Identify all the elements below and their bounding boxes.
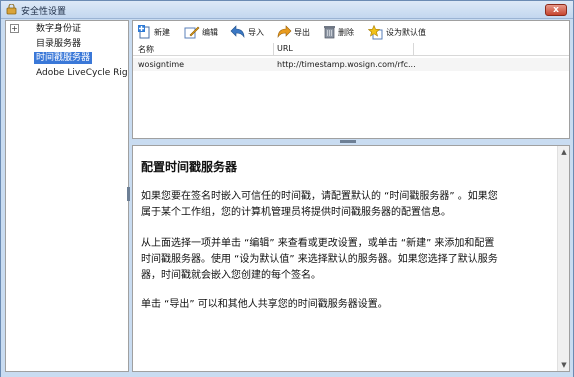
edit-button[interactable]: 编辑 bbox=[184, 24, 218, 40]
list-header: 名称 URL bbox=[133, 43, 569, 56]
description-line: 器，时间戳就会嵌入您创建的每个签名。 bbox=[141, 270, 321, 281]
category-tree: + 数字身份证 目录服务器 时间戳服务器 Adobe LiveCycle Rig… bbox=[5, 20, 129, 372]
scroll-down-icon[interactable]: ▼ bbox=[560, 361, 568, 369]
tree-item-livecycle-rights-management[interactable]: Adobe LiveCycle Rights Management 服务器 bbox=[36, 67, 128, 79]
column-divider[interactable] bbox=[413, 43, 414, 56]
tree-item-label: Adobe LiveCycle Rights Management 服务器 bbox=[36, 68, 128, 78]
vertical-scrollbar[interactable]: ▲ ▼ bbox=[557, 146, 569, 371]
close-button[interactable]: x bbox=[545, 4, 567, 16]
edit-label: 编辑 bbox=[202, 27, 218, 37]
tree-item-digital-ids[interactable]: 数字身份证 bbox=[36, 23, 81, 35]
delete-label: 删除 bbox=[338, 27, 354, 37]
window-bottom-border bbox=[1, 372, 573, 377]
server-url-cell: http://timestamp.wosign.com/rfc... bbox=[277, 60, 416, 69]
tree-item-timestamp-servers[interactable]: 时间戳服务器 bbox=[34, 52, 93, 64]
description-paragraph-2: 从上面选择一项并单击 “编辑” 来查看或更改设置，或单击 “新建” 来添加和配置… bbox=[141, 236, 551, 284]
star-icon bbox=[368, 24, 383, 39]
description-line: 如果您要在签名时嵌入可信任的时间戳，请配置默认的 “时间戳服务器” 。如果您 bbox=[141, 191, 498, 202]
server-name-cell: wosigntime bbox=[138, 60, 185, 69]
column-header-url[interactable]: URL bbox=[277, 44, 293, 53]
tree-item-label: 数字身份证 bbox=[36, 24, 82, 34]
set-default-button[interactable]: 设为默认值 bbox=[368, 24, 426, 40]
expand-icon[interactable]: + bbox=[10, 24, 19, 33]
column-header-name[interactable]: 名称 bbox=[138, 44, 154, 55]
splitter-grip-icon[interactable] bbox=[340, 140, 356, 143]
new-label: 新建 bbox=[154, 27, 170, 37]
export-button[interactable]: 导出 bbox=[276, 24, 310, 40]
title-bar: 安全性设置 x bbox=[1, 1, 573, 19]
import-icon bbox=[230, 25, 245, 38]
edit-icon bbox=[184, 26, 200, 39]
column-divider[interactable] bbox=[273, 43, 274, 56]
description-pane: 配置时间戳服务器 如果您要在签名时嵌入可信任的时间戳，请配置默认的 “时间戳服务… bbox=[132, 145, 570, 372]
description-paragraph-3: 单击 “导出” 可以和其他人共享您的时间戳服务器设置。 bbox=[141, 297, 551, 313]
security-settings-icon bbox=[6, 3, 17, 15]
delete-button[interactable]: 删除 bbox=[323, 24, 354, 40]
trash-icon bbox=[324, 26, 335, 39]
window-title: 安全性设置 bbox=[21, 7, 67, 17]
scroll-up-icon[interactable]: ▲ bbox=[560, 148, 568, 156]
tree-item-label: 目录服务器 bbox=[36, 39, 82, 49]
tree-item-directory-servers[interactable]: 目录服务器 bbox=[36, 38, 81, 50]
toolbar: 新建 编辑 导入 导出 删除 设为默认值 bbox=[132, 20, 570, 43]
description-title: 配置时间戳服务器 bbox=[141, 160, 238, 174]
description-paragraph-1: 如果您要在签名时嵌入可信任的时间戳，请配置默认的 “时间戳服务器” 。如果您 属… bbox=[141, 189, 551, 221]
export-label: 导出 bbox=[294, 27, 310, 37]
set-default-label: 设为默认值 bbox=[386, 27, 426, 37]
server-list: 名称 URL wosigntime http://timestamp.wosig… bbox=[132, 43, 570, 139]
splitter-grip-icon[interactable] bbox=[127, 187, 130, 201]
export-icon bbox=[277, 25, 292, 38]
description-line: 从上面选择一项并单击 “编辑” 来查看或更改设置，或单击 “新建” 来添加和配置 bbox=[141, 238, 495, 249]
security-settings-window: 安全性设置 x + 数字身份证 目录服务器 时间戳服务器 Adobe LiveC… bbox=[0, 0, 574, 377]
import-button[interactable]: 导入 bbox=[230, 24, 264, 40]
description-line: 单击 “导出” 可以和其他人共享您的时间戳服务器设置。 bbox=[141, 299, 388, 310]
new-icon bbox=[138, 25, 150, 39]
tree-item-label: 时间戳服务器 bbox=[36, 53, 91, 63]
table-row[interactable]: wosigntime http://timestamp.wosign.com/r… bbox=[133, 58, 569, 71]
description-line: 时间戳服务器。使用 “设为默认值” 来选择默认的服务器。如果您选择了默认服务 bbox=[141, 254, 498, 265]
import-label: 导入 bbox=[248, 27, 264, 37]
new-button[interactable]: 新建 bbox=[138, 24, 170, 40]
description-line: 属于某个工作组，您的计算机管理员将提供时间戳服务器的配置信息。 bbox=[141, 207, 451, 218]
